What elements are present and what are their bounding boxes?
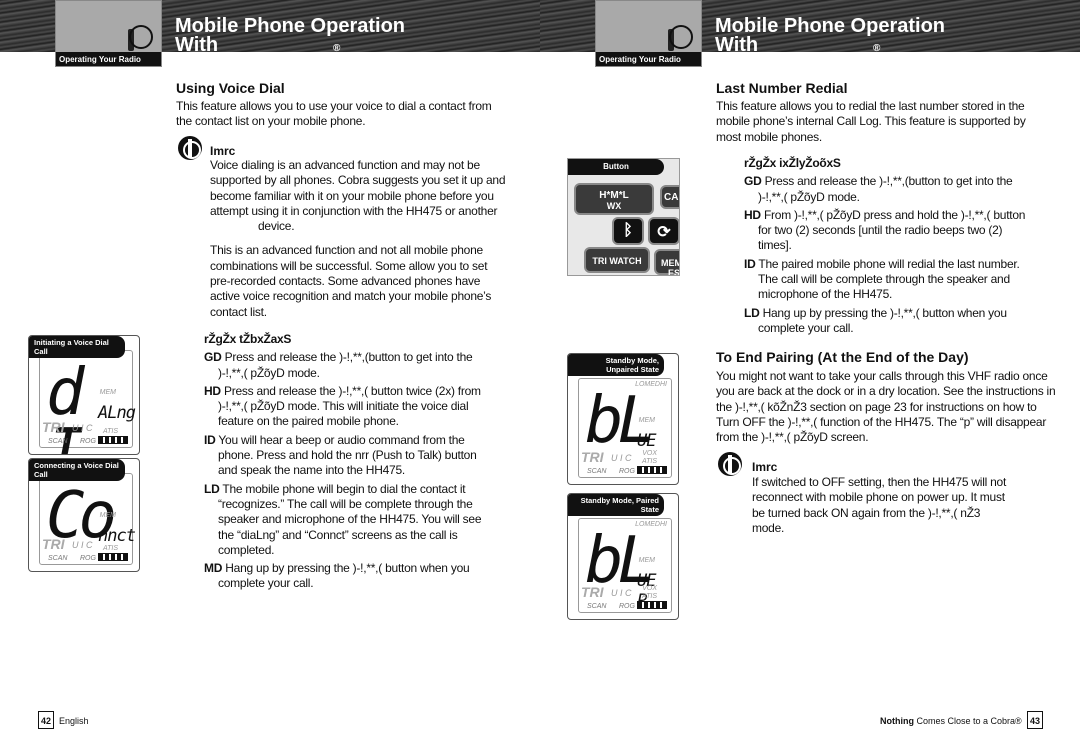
note-text: If switched to OFF setting, then the HH4… bbox=[752, 475, 1007, 535]
step: GD Press and release the )-!,**,(button … bbox=[204, 350, 473, 380]
intro-text: This feature allows you to use your voic… bbox=[176, 99, 492, 129]
section-tab: Operating Your Radio bbox=[595, 0, 702, 67]
page-title: Mobile Phone Operation With ® bbox=[715, 15, 946, 56]
note-title: Imrc bbox=[752, 460, 778, 474]
footer-tagline: Nothing Comes Close to a Cobra® bbox=[880, 716, 1022, 726]
steps-heading: rŽgŽx tŽbxŽaxS bbox=[204, 332, 292, 346]
battery-icon bbox=[98, 553, 128, 561]
section-heading: Last Number Redial bbox=[716, 80, 848, 96]
steps-list: rŽgŽx ixŽlyŽoõxS GD Press and release th… bbox=[744, 156, 1034, 339]
battery-icon bbox=[637, 466, 667, 474]
note-icon bbox=[718, 452, 742, 476]
section-heading: To End Pairing (At the End of the Day) bbox=[716, 349, 969, 365]
section-heading: Using Voice Dial bbox=[176, 80, 285, 96]
steps-heading: rŽgŽx ixŽlyŽoõxS bbox=[744, 156, 841, 170]
battery-icon bbox=[98, 436, 128, 444]
hml-wx-key: H*M*L WX bbox=[574, 183, 654, 215]
lcd-panel-paired: Standby Mode, Paired State bL UE P LOMED… bbox=[567, 493, 679, 620]
note-icon bbox=[178, 136, 202, 160]
lcd-panel-connecting: Connecting a Voice Dial Call Co nnct MEM… bbox=[28, 458, 140, 572]
battery-icon bbox=[637, 601, 667, 609]
mem-key: MEM / ES bbox=[654, 249, 679, 275]
lcd-screen: bL UE LOMEDHI MEM TRI U I C VOX ATIS SCA… bbox=[578, 378, 672, 478]
tri-watch-key: TRI WATCH bbox=[584, 247, 650, 273]
step: HD Press and release the )-!,**,( button… bbox=[204, 383, 481, 429]
call-key: CALL / bbox=[660, 185, 679, 209]
step: ID The paired mobile phone will redial t… bbox=[744, 256, 1020, 302]
footer-text: English bbox=[59, 716, 89, 726]
intro-text: This feature allows you to redial the la… bbox=[716, 99, 1026, 144]
end-pairing-text: You might not want to take your calls th… bbox=[716, 369, 1056, 445]
section-tab: Operating Your Radio bbox=[55, 0, 162, 67]
step: GD Press and release the )-!,**,(button … bbox=[744, 174, 1013, 204]
step: ID You will hear a beep or audio command… bbox=[204, 432, 477, 478]
page-number: 43 bbox=[1027, 711, 1043, 729]
lcd-screen: Co nnct MEM TRI U I C ATIS SCAN ROG bbox=[39, 473, 136, 565]
bluetooth-icon: ᛒ bbox=[612, 217, 644, 245]
phone-ring-icon bbox=[669, 25, 693, 49]
lcd-panel-dialing: Initiating a Voice Dial Call d I ALng ME… bbox=[28, 335, 140, 455]
step: MD Hang up by pressing the )-!,**,( butt… bbox=[204, 561, 470, 591]
section-tab-label: Operating Your Radio bbox=[56, 52, 161, 66]
lcd-screen: bL UE P LOMEDHI MEM TRI U I C VOX ATIS S… bbox=[578, 518, 672, 613]
lcd-panel-unpaired: Standby Mode, Unpaired State bL UE LOMED… bbox=[567, 353, 679, 485]
steps-list: rŽgŽx tŽbxŽaxS GD Press and release the … bbox=[204, 332, 494, 595]
page-number: 42 bbox=[38, 711, 54, 729]
button-illustration: Button H*M*LWX CALL / ᛒ ⟳ TRI WATCH MEM … bbox=[567, 158, 680, 276]
step: LD Hang up by pressing the )-!,**,( butt… bbox=[744, 305, 1007, 335]
section-tab-label: Operating Your Radio bbox=[596, 52, 701, 66]
page-title: Mobile Phone Operation With ® bbox=[175, 15, 406, 56]
lcd-screen: d I ALng MEM TRI U I C ATIS SCAN ROG bbox=[39, 350, 136, 454]
note-title: Imrc bbox=[210, 144, 236, 158]
phone-ring-icon bbox=[129, 25, 153, 49]
refresh-icon: ⟳ bbox=[648, 217, 679, 245]
step: HD From )-!,**,( pŽõyD press and hold th… bbox=[744, 207, 1026, 253]
note-text: Voice dialing is an advanced function an… bbox=[210, 158, 506, 319]
step: LD The mobile phone will begin to dial t… bbox=[204, 481, 482, 557]
